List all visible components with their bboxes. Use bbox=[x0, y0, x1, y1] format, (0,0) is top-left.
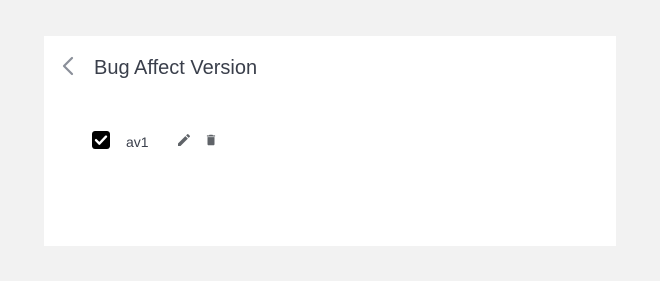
back-button[interactable] bbox=[58, 56, 78, 80]
list-item: av1 bbox=[92, 128, 219, 152]
chevron-left-icon bbox=[62, 56, 74, 81]
item-label: av1 bbox=[126, 133, 149, 150]
page-title: Bug Affect Version bbox=[94, 57, 258, 79]
trash-icon bbox=[206, 134, 215, 146]
checkbox-checked-icon bbox=[92, 131, 110, 149]
item-checkbox[interactable] bbox=[92, 131, 110, 149]
settings-panel: Bug Affect Version av1 bbox=[44, 36, 616, 246]
edit-button[interactable] bbox=[175, 131, 193, 149]
panel-header: Bug Affect Version bbox=[44, 36, 616, 100]
delete-button[interactable] bbox=[203, 131, 219, 149]
pencil-icon bbox=[177, 133, 190, 146]
